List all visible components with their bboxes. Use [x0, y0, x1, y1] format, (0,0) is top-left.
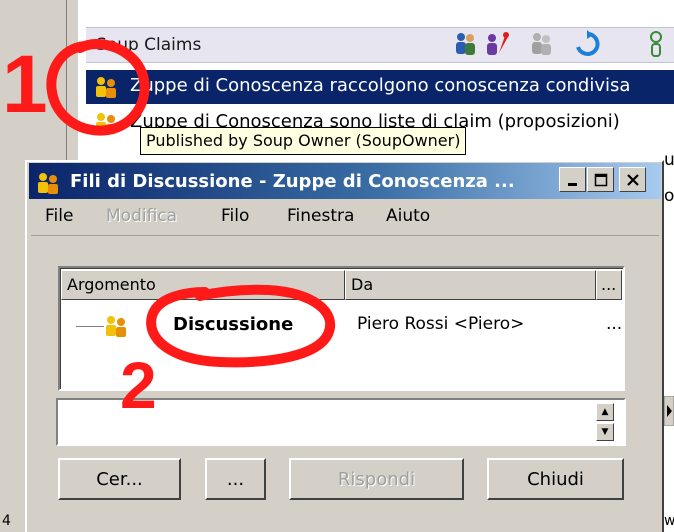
annotation-number-2: 2 [120, 348, 157, 422]
scroll-down-button[interactable]: ▼ [596, 423, 614, 441]
menu-aiuto[interactable]: Aiuto [386, 206, 430, 226]
close-icon [626, 173, 639, 186]
reply-button[interactable]: Rispondi [289, 458, 464, 500]
refresh-icon[interactable] [572, 29, 602, 59]
maximize-icon [594, 173, 607, 186]
close-button[interactable] [619, 167, 646, 192]
tooltip: Published by Soup Owner (SoupOwner) [140, 127, 467, 155]
column-header-da[interactable]: Da [345, 270, 596, 300]
scroll-right-icon[interactable] [664, 396, 674, 426]
discussion-icon [38, 173, 58, 194]
background-text-fragment: w [664, 513, 674, 529]
search-button[interactable]: Cer... [58, 458, 181, 500]
column-header-argomento[interactable]: Argomento [61, 270, 345, 300]
claim-text[interactable]: Zuppe di Conoscenza raccolgono conoscenz… [130, 75, 630, 96]
claim-icon [96, 113, 116, 134]
thread-author: Piero Rossi <Piero> [357, 314, 525, 334]
person-pin-icon[interactable] [482, 29, 512, 59]
menu-finestra[interactable]: Finestra [287, 206, 354, 226]
thread-extra: ... [606, 314, 623, 334]
people-icon[interactable] [452, 29, 482, 59]
thread-topic[interactable]: Discussione [173, 314, 293, 335]
discussion-icon [106, 316, 126, 337]
user-icon[interactable] [644, 29, 674, 59]
soup-claims-title: Soup Claims [96, 35, 202, 55]
background-text-fragment: u [664, 150, 674, 170]
background-text-fragment: 4 [2, 513, 11, 529]
group-icon[interactable] [526, 29, 556, 59]
minimize-icon [567, 182, 577, 186]
scroll-up-button[interactable]: ▲ [596, 403, 614, 421]
column-header-more[interactable]: ... [596, 270, 622, 300]
annotation-number-1: 1 [2, 39, 48, 130]
close-dialog-button[interactable]: Chiudi [487, 458, 624, 500]
minimize-button[interactable] [559, 167, 586, 192]
claim-icon [96, 77, 116, 98]
maximize-button[interactable] [587, 167, 614, 192]
menu-filo[interactable]: Filo [221, 206, 249, 226]
more-button[interactable]: ... [205, 458, 266, 500]
dialog-title: Fili di Discussione - Zuppe di Conoscenz… [70, 171, 515, 192]
menu-separator [31, 235, 659, 236]
menu-file[interactable]: File [45, 206, 73, 226]
menu-modifica[interactable]: Modifica [106, 206, 177, 226]
background-text-fragment: o [664, 186, 674, 206]
tree-line [76, 326, 104, 327]
